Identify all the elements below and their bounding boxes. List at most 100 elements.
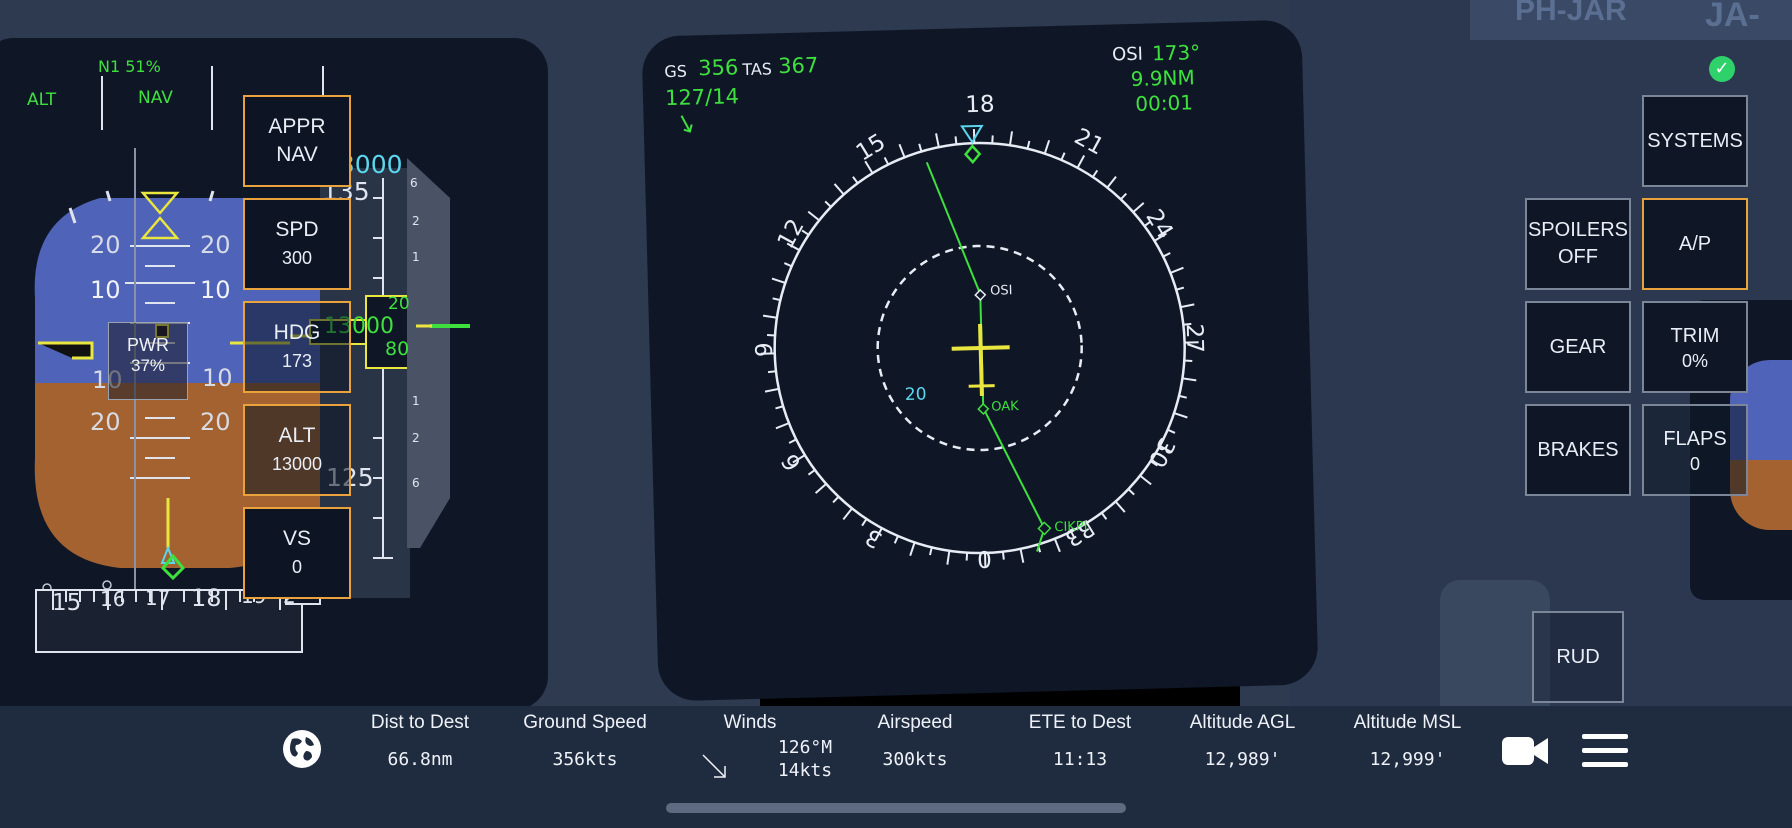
hdg-button[interactable]: HDG 173 <box>243 301 351 393</box>
compass-27: 27 <box>1180 323 1208 354</box>
trim-value: 0% <box>1681 350 1708 371</box>
compass-tick <box>1114 500 1126 513</box>
compass-tick <box>775 405 784 410</box>
compass-tick <box>1180 303 1195 309</box>
compass-tick <box>775 422 790 430</box>
vs-scale-2-bottom: 2 <box>412 431 420 445</box>
flaps-value: 0 <box>1689 453 1700 474</box>
brakes-button[interactable]: BRAKES <box>1525 404 1631 496</box>
compass-tick <box>1173 412 1188 419</box>
airspeed-value: 300kts <box>882 749 948 770</box>
gs-value: 356 <box>697 55 739 81</box>
pitch-10-left: 10 <box>90 276 121 304</box>
pitch-10-right: 10 <box>200 276 231 304</box>
power-readout: PWR 37% <box>108 322 188 400</box>
compass-tick <box>807 469 816 476</box>
wind-arrow-icon <box>700 752 730 782</box>
trim-button[interactable]: TRIM 0% <box>1642 301 1748 393</box>
compass-tick <box>909 542 916 557</box>
compass-tick <box>807 210 820 222</box>
vs-scale-2-top: 2 <box>412 214 420 228</box>
compass-tick <box>824 200 832 208</box>
spd-label: SPD <box>275 218 319 241</box>
compass-tick <box>1019 548 1025 563</box>
altitude-drum-bottom: 80 <box>385 338 410 360</box>
compass-tick <box>1043 139 1051 154</box>
compass-tick <box>1162 252 1171 258</box>
gear-button[interactable]: GEAR <box>1525 301 1631 393</box>
navigation-display: GS 356 TAS 367 127/14 OSI 173° 9.9NM 00:… <box>641 19 1319 702</box>
vs-scale-1-top: 1 <box>412 250 420 264</box>
heading-16: 16 <box>100 587 126 611</box>
appr-label: APPR <box>268 115 326 138</box>
waypoint-osi: OSI <box>989 283 1013 299</box>
vs-value: 0 <box>291 557 302 577</box>
compass-tick <box>1092 169 1099 178</box>
vs-button[interactable]: VS 0 <box>243 507 351 599</box>
mode-nav: NAV <box>138 88 173 108</box>
alt-button[interactable]: ALT 13000 <box>243 404 351 496</box>
dist-to-dest-value: 66.8nm <box>387 749 453 770</box>
spd-value: 300 <box>281 248 313 268</box>
rudder-button[interactable]: RUD <box>1532 611 1624 703</box>
compass-tick <box>1076 155 1086 169</box>
compass-tick <box>1170 266 1184 274</box>
altitude-agl-label: Altitude AGL <box>1189 712 1296 733</box>
tas-value: 367 <box>777 53 819 79</box>
autopilot-button[interactable]: A/P <box>1642 198 1748 290</box>
pitch-20-left: 20 <box>90 231 121 259</box>
compass-tick <box>1139 474 1152 486</box>
heading-18: 18 <box>191 584 222 612</box>
winds-direction: 126°M <box>777 737 833 758</box>
menu-icon[interactable] <box>1582 731 1628 771</box>
altitude-msl-label: Altitude MSL <box>1353 712 1462 733</box>
compass-tick <box>783 262 793 268</box>
background-registration-2: JA- <box>1705 0 1760 34</box>
systems-button[interactable]: SYSTEMS <box>1642 95 1748 187</box>
compass-tick <box>1106 175 1117 189</box>
alt-value: 13000 <box>271 454 323 474</box>
compass-tick <box>764 387 779 393</box>
camera-icon[interactable] <box>1500 731 1550 771</box>
compass-0: 0 <box>976 547 993 575</box>
compass-tick <box>1100 512 1108 520</box>
compass-tick <box>1008 131 1014 146</box>
appr-nav-button[interactable]: APPR NAV <box>243 95 351 187</box>
power-value: 37% <box>130 356 166 375</box>
power-label: PWR <box>127 335 169 355</box>
pitch-20-lower-left: 20 <box>90 408 121 436</box>
compass-tick <box>1178 394 1187 399</box>
compass-tick <box>965 552 969 561</box>
waypoint-oak: OAK <box>991 399 1019 415</box>
compass-tick <box>767 370 777 374</box>
compass-tick <box>1001 551 1005 560</box>
compass-tick <box>918 143 923 152</box>
compass-tick <box>814 483 827 494</box>
pitch-20-right: 20 <box>200 231 231 259</box>
dist-to-dest-label: Dist to Dest <box>370 712 470 733</box>
background-registration-1: PH-JAR <box>1515 0 1627 27</box>
globe-icon[interactable] <box>282 729 322 769</box>
spd-button[interactable]: SPD 300 <box>243 198 351 290</box>
hdg-value: 173 <box>281 351 313 371</box>
vs-scale-1-bottom: 1 <box>412 394 420 408</box>
trim-label: TRIM <box>1670 324 1720 347</box>
flaps-button[interactable]: FLAPS 0 <box>1642 404 1748 496</box>
tas-label: TAS <box>742 59 773 80</box>
compass-tick <box>1184 359 1193 363</box>
compass-tick <box>766 333 776 337</box>
compass-tick <box>935 133 940 148</box>
waypoint-distance: 9.9NM <box>1130 65 1196 91</box>
waypoint-bearing: 173° <box>1151 40 1201 66</box>
compass-tick <box>883 156 890 165</box>
home-indicator <box>666 803 1126 813</box>
waypoint-name: OSI <box>1111 43 1144 66</box>
compass-tick <box>1167 428 1176 434</box>
waypoint-time: 00:01 <box>1135 90 1194 116</box>
compass-tick <box>861 518 868 527</box>
spoilers-label: SPOILERS <box>1527 219 1629 241</box>
spoilers-button[interactable]: SPOILERS OFF <box>1525 198 1631 290</box>
compass-tick <box>771 277 786 284</box>
n1-readout: N1 51% <box>98 57 161 76</box>
compass-9: 9 <box>751 341 779 358</box>
